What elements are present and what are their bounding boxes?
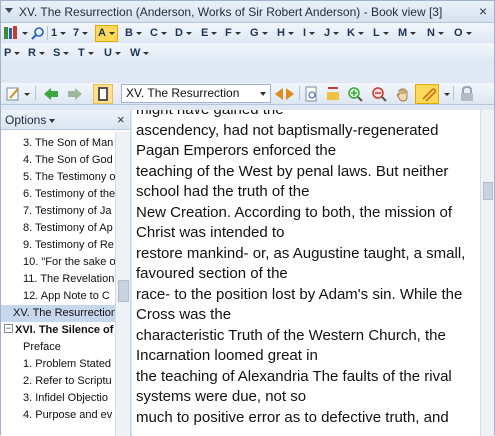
chevron-down-icon [260,92,266,96]
toc-item[interactable]: 5. The Testimony of [23,169,115,186]
letter-toolbar-row-2: P R S T U W [1,43,494,63]
letter-l[interactable]: L [373,23,389,43]
next-section-icon[interactable] [285,87,295,101]
zoom-out-icon[interactable] [371,86,387,102]
letter-p[interactable]: P [4,43,21,63]
text-paragraph: ascendency, had not baptismally-regenera… [136,121,439,160]
toc-item[interactable]: 3. The Son of Man [23,135,113,152]
letter-toolbar-row-1: 1 7 A B C D E F G H I J K L M N O [1,23,494,43]
book-view-icon[interactable] [93,84,113,104]
letter-e[interactable]: E [201,23,218,43]
close-sidebar-button[interactable]: × [117,112,125,127]
letter-f[interactable]: F [225,23,241,43]
letter-j[interactable]: J [324,23,340,43]
toc-item[interactable]: 3. Infidel Objectio [23,390,108,407]
toc-item[interactable]: 10. "For the sake of [23,254,115,271]
letter-o[interactable]: O [454,23,472,43]
section-select[interactable]: XV. The Resurrection [121,84,271,103]
text-paragraph: New Creation. According to both, the mis… [136,203,452,242]
sidebar: Options × 3. The Son of Man 4. The Son o… [1,110,131,436]
letter-c[interactable]: C [150,23,167,43]
toc-item-selected[interactable]: XV. The Resurrection [1,305,115,322]
table-of-contents-tree: 3. The Son of Man 4. The Son of God 5. T… [1,132,115,436]
letter-a-active[interactable]: A [95,25,118,42]
bookshelf-dropdown-icon[interactable] [19,23,28,43]
highlight-text-icon[interactable] [325,86,341,102]
toc-item[interactable]: 6. Testimony of the [23,186,115,203]
toc-item[interactable]: 1. Problem Stated [23,356,111,373]
title-bar: XV. The Resurrection (Anderson, Works of… [1,1,494,23]
text-paragraph: might have gained the [136,110,476,121]
letter-7[interactable]: 7 [73,23,89,43]
text-paragraph: characteristic Truth of the Western Chur… [136,326,446,365]
text-paragraph: the teaching of Alexandria The faults of… [136,367,452,406]
edit-dropdown-icon[interactable] [21,84,30,104]
letter-k[interactable]: K [347,23,364,43]
letter-u[interactable]: U [104,43,121,63]
toc-item[interactable]: 4. The Son of God [23,152,113,169]
letter-h[interactable]: H [277,23,294,43]
sidebar-scrollbar-thumb[interactable] [118,280,129,302]
letter-m[interactable]: M [398,23,417,43]
letter-n[interactable]: N [427,23,444,43]
letter-t[interactable]: T [78,43,94,63]
toc-item[interactable]: XVI. The Silence of God [15,322,115,339]
window-menu-icon[interactable] [5,8,13,13]
toc-item[interactable]: 4. Purpose and ev [23,407,112,424]
text-paragraph: teaching of the West by penal laws. But … [136,162,449,201]
search-icon[interactable] [31,26,45,40]
forward-arrow-icon[interactable] [67,86,83,102]
app-window: XV. The Resurrection (Anderson, Works of… [0,0,495,436]
toc-item[interactable]: 2. Refer to Scriptu [23,373,112,390]
text-paragraph: race- to the position lost by Adam's sin… [136,285,463,324]
letter-s[interactable]: S [53,43,70,63]
letter-r[interactable]: R [28,43,45,63]
edit-note-icon[interactable] [5,86,21,102]
back-arrow-icon[interactable] [43,86,59,102]
print-preview-icon[interactable] [303,86,319,102]
toc-item[interactable]: Preface [23,339,61,356]
chevron-down-icon[interactable] [49,119,55,123]
annotate-tool-button[interactable] [415,84,439,104]
window-title: XV. The Resurrection (Anderson, Works of… [19,5,443,19]
toc-item[interactable]: 8. Testimony of Ap [23,220,113,237]
letter-i[interactable]: I [303,23,316,43]
text-paragraph: restore mankind- or, as Augustine taught… [136,244,466,283]
letter-b[interactable]: B [125,23,142,43]
text-paragraph: much to positive error as to defective t… [136,408,449,426]
paperclip-icon [422,88,437,102]
close-window-button[interactable]: × [479,3,487,19]
section-select-value: XV. The Resurrection [126,86,240,100]
annotate-dropdown-icon[interactable] [441,84,450,104]
collapse-toggle-icon[interactable]: − [4,324,13,333]
toc-item[interactable]: 12. App Note to C [23,288,110,305]
previous-section-icon[interactable] [274,87,284,101]
letter-d[interactable]: D [175,23,192,43]
content-scrollbar[interactable] [480,110,494,436]
lock-icon[interactable] [460,86,474,102]
letter-w[interactable]: W [130,43,150,63]
options-menu[interactable]: Options [5,113,46,127]
content-scrollbar-thumb[interactable] [483,182,493,200]
zoom-in-icon[interactable] [347,86,363,102]
hand-pan-icon[interactable] [395,86,411,102]
toc-item[interactable]: 11. The Revelation [23,271,114,288]
sidebar-scrollbar[interactable] [115,132,130,436]
letter-1[interactable]: 1 [51,23,67,43]
book-text-pane: might have gained the ascendency, had no… [132,110,480,436]
navigation-toolbar: XV. The Resurrection [1,83,494,105]
toc-item[interactable]: 9. Testimony of Re [23,237,114,254]
letter-g[interactable]: G [250,23,268,43]
bookshelf-icon[interactable] [3,25,19,41]
toc-item[interactable]: 7. Testimony of Ja [23,203,111,220]
sidebar-header: Options × [1,110,130,130]
book-text: might have gained the ascendency, had no… [136,110,476,428]
